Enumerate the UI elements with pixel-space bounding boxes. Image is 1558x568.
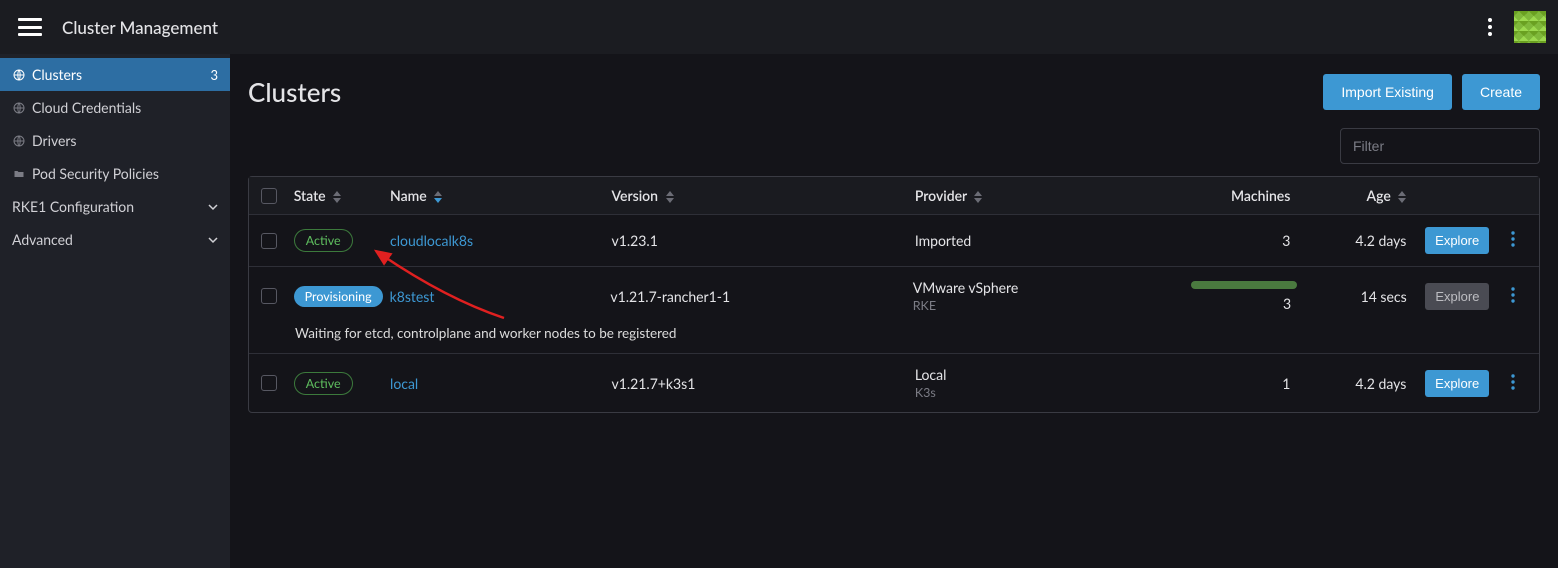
- page-header: Clusters Import Existing Create: [248, 74, 1540, 110]
- sort-icon: [666, 191, 674, 203]
- cluster-version: v1.23.1: [612, 232, 915, 249]
- col-name[interactable]: Name: [390, 187, 611, 204]
- cluster-provider: VMware vSphere: [913, 279, 1191, 296]
- explore-button[interactable]: Explore: [1425, 370, 1489, 397]
- cluster-age: 4.2 days: [1300, 375, 1416, 392]
- explore-button: Explore: [1425, 283, 1489, 310]
- select-all-checkbox[interactable]: [261, 188, 277, 204]
- avatar[interactable]: [1514, 11, 1546, 43]
- cluster-provider: Imported: [915, 232, 1194, 249]
- globe-icon: [12, 68, 26, 82]
- sidebar: Clusters 3 Cloud Credentials Drivers Pod…: [0, 54, 230, 568]
- chevron-down-icon: [208, 198, 218, 215]
- sidebar-item-badge: 3: [210, 67, 218, 83]
- table-row: Provisioning k8stest v1.21.7-rancher1-1VMw…: [249, 267, 1539, 354]
- app-title: Cluster Management: [62, 17, 218, 38]
- sidebar-item-label: Clusters: [32, 66, 82, 83]
- cluster-age: 14 secs: [1301, 288, 1417, 305]
- col-provider[interactable]: Provider: [915, 187, 1194, 204]
- row-kebab-icon[interactable]: [1511, 233, 1515, 250]
- import-existing-button[interactable]: Import Existing: [1323, 74, 1452, 110]
- cluster-age: 4.2 days: [1300, 232, 1416, 249]
- page-title: Clusters: [248, 76, 341, 108]
- topbar: Cluster Management: [0, 0, 1558, 54]
- cluster-provider-sub: RKE: [913, 298, 1191, 313]
- sort-icon: [974, 191, 982, 203]
- clusters-table: State Name Version: [248, 176, 1540, 413]
- sidebar-item-drivers[interactable]: Drivers: [0, 124, 230, 157]
- cluster-machines: 1: [1194, 375, 1290, 392]
- kebab-menu-icon[interactable]: [1476, 13, 1504, 41]
- chevron-down-icon: [208, 231, 218, 248]
- cluster-version: v1.21.7-rancher1-1: [610, 288, 912, 305]
- cluster-provider-sub: K3s: [915, 385, 1194, 400]
- cluster-name-link[interactable]: cloudlocalk8s: [390, 232, 473, 249]
- globe-icon: [12, 101, 26, 115]
- main-content: Clusters Import Existing Create State Na…: [230, 54, 1558, 568]
- menu-icon[interactable]: [18, 18, 42, 36]
- sidebar-group-rke1[interactable]: RKE1 Configuration: [0, 190, 230, 223]
- cluster-machines: 3: [1194, 232, 1290, 249]
- table-row: Active local v1.21.7+k3s1Local K3s1 4.2 days…: [249, 354, 1539, 412]
- col-age[interactable]: Age: [1300, 187, 1416, 204]
- status-badge: Active: [294, 229, 353, 252]
- filter-input[interactable]: [1340, 128, 1540, 164]
- sidebar-item-label: Cloud Credentials: [32, 99, 141, 116]
- cluster-name-link[interactable]: k8stest: [390, 288, 435, 305]
- row-checkbox[interactable]: [261, 233, 277, 249]
- explore-button[interactable]: Explore: [1425, 227, 1489, 254]
- folder-icon: [12, 167, 26, 181]
- progress-bar: [1191, 281, 1297, 289]
- sidebar-item-cloud-credentials[interactable]: Cloud Credentials: [0, 91, 230, 124]
- cluster-machines: 3: [1191, 295, 1291, 312]
- sort-icon: [434, 191, 442, 203]
- status-badge: Active: [294, 372, 353, 395]
- sidebar-group-label: Advanced: [12, 231, 73, 248]
- cluster-provider: Local: [915, 366, 1194, 383]
- sidebar-group-label: RKE1 Configuration: [12, 198, 134, 215]
- cluster-name-link[interactable]: local: [390, 375, 418, 392]
- row-kebab-icon[interactable]: [1511, 376, 1515, 393]
- status-badge: Provisioning: [294, 286, 383, 307]
- col-version[interactable]: Version: [612, 187, 915, 204]
- table-header: State Name Version: [249, 177, 1539, 215]
- col-machines[interactable]: Machines: [1194, 187, 1300, 204]
- sidebar-item-label: Pod Security Policies: [32, 165, 159, 182]
- sidebar-item-label: Drivers: [32, 132, 77, 149]
- cluster-version: v1.21.7+k3s1: [612, 375, 915, 392]
- row-checkbox[interactable]: [261, 288, 277, 304]
- globe-icon: [12, 134, 26, 148]
- sort-icon: [333, 191, 341, 203]
- row-status-note: Waiting for etcd, controlplane and worke…: [249, 325, 1539, 353]
- col-state[interactable]: State: [294, 187, 390, 204]
- table-row: Active cloudlocalk8s v1.23.1Imported3 4.2 d…: [249, 215, 1539, 267]
- sidebar-group-advanced[interactable]: Advanced: [0, 223, 230, 256]
- row-kebab-icon[interactable]: [1511, 289, 1515, 306]
- sort-icon: [1398, 191, 1406, 203]
- create-button[interactable]: Create: [1462, 74, 1540, 110]
- row-checkbox[interactable]: [261, 375, 277, 391]
- sidebar-item-clusters[interactable]: Clusters 3: [0, 58, 230, 91]
- sidebar-item-pod-security-policies[interactable]: Pod Security Policies: [0, 157, 230, 190]
